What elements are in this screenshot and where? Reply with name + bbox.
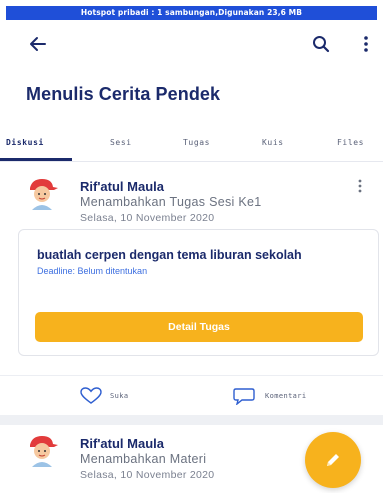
- reaction-bar: Suka Komentari: [0, 375, 383, 415]
- tab-kuis[interactable]: Kuis: [262, 138, 284, 147]
- like-button[interactable]: Suka: [80, 387, 128, 405]
- post-menu-button[interactable]: [352, 176, 368, 196]
- active-tab-indicator: [0, 158, 72, 161]
- page-title: Menulis Cerita Pendek: [26, 84, 221, 104]
- comment-button[interactable]: Komentari: [233, 387, 307, 405]
- task-deadline: Deadline: Belum ditentukan: [37, 266, 148, 276]
- tab-sesi[interactable]: Sesi: [110, 138, 132, 147]
- user-avatar-icon: [30, 436, 58, 467]
- search-button[interactable]: [305, 28, 337, 60]
- tab-bar: Diskusi Sesi Tugas Kuis Files: [0, 134, 383, 162]
- post-date: Selasa, 10 November 2020: [80, 469, 215, 481]
- comment-label: Komentari: [265, 392, 307, 400]
- post-author[interactable]: Rif'atul Maula: [80, 436, 164, 451]
- app-bar: [0, 24, 383, 64]
- user-avatar-icon: [30, 179, 58, 210]
- detail-task-button[interactable]: Detail Tugas: [35, 312, 363, 342]
- avatar: [24, 433, 60, 469]
- post-author[interactable]: Rif'atul Maula: [80, 179, 164, 194]
- post-separator: [0, 415, 383, 425]
- arrow-left-icon: [30, 37, 46, 51]
- task-card[interactable]: buatlah cerpen dengan tema liburan sekol…: [18, 229, 379, 356]
- post-date: Selasa, 10 November 2020: [80, 212, 215, 224]
- back-button[interactable]: [22, 28, 54, 60]
- comment-icon: [233, 388, 255, 405]
- heart-icon: [80, 387, 102, 404]
- post-action: Menambahkan Tugas Sesi Ke1: [80, 195, 262, 209]
- kebab-menu-icon: [358, 179, 362, 193]
- tab-diskusi[interactable]: Diskusi: [6, 138, 44, 147]
- task-title: buatlah cerpen dengan tema liburan sekol…: [37, 248, 302, 262]
- compose-fab[interactable]: [305, 432, 361, 488]
- hotspot-status-bar: Hotspot pribadi : 1 sambungan,Digunakan …: [6, 6, 377, 20]
- pencil-icon: [327, 454, 339, 466]
- tab-tugas[interactable]: Tugas: [183, 138, 210, 147]
- avatar: [24, 176, 60, 212]
- tab-files[interactable]: Files: [337, 138, 364, 147]
- kebab-menu-icon: [364, 36, 368, 52]
- like-label: Suka: [110, 392, 129, 400]
- post-action: Menambahkan Materi: [80, 452, 207, 466]
- search-icon: [313, 36, 330, 53]
- overflow-menu-button[interactable]: [350, 28, 382, 60]
